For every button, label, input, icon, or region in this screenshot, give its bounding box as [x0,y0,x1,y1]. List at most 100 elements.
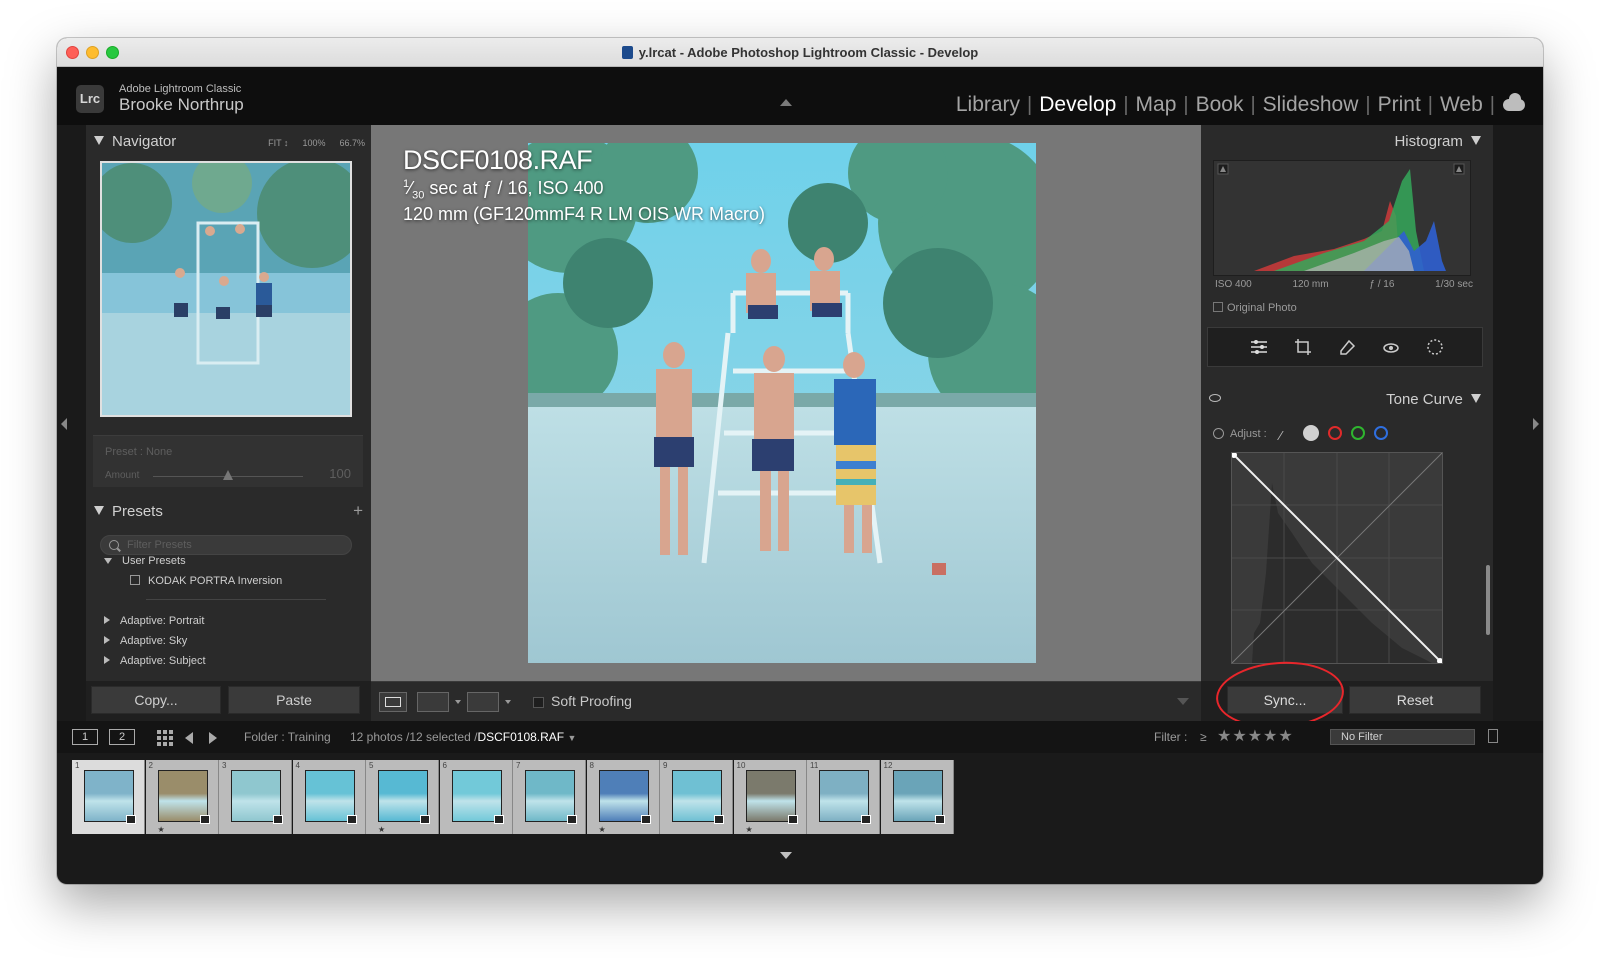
left-panel: Navigator FIT ↕ 100% 66.7% Preset: None… [86,125,371,721]
filmstrip-thumbnail[interactable]: 1 [72,760,145,834]
module-divider: | [1489,93,1495,116]
healing-icon[interactable] [1338,338,1356,356]
filter-presets-placeholder: Filter Presets [127,539,192,551]
preset-group-sky[interactable]: Adaptive: Sky [104,635,187,647]
zoom-fit[interactable]: FIT ↕ [268,138,288,148]
histogram-chart[interactable] [1213,160,1471,276]
paste-button[interactable]: Paste [228,686,360,714]
crop-icon[interactable] [1294,338,1312,356]
module-web[interactable]: Web [1433,93,1490,117]
green-channel-icon[interactable] [1350,426,1365,440]
reset-button[interactable]: Reset [1349,686,1481,714]
bottom-panel-toggle-icon[interactable] [780,852,792,859]
module-develop[interactable]: Develop [1032,93,1123,117]
presets-header[interactable]: Presets + [86,501,371,533]
filmstrip-thumbnail[interactable]: 10 ★ [733,760,807,834]
add-preset-icon[interactable]: + [353,501,363,521]
copy-button[interactable]: Copy... [91,686,221,714]
zoom-66[interactable]: 66.7% [339,138,365,148]
develop-settings-badge-icon [934,815,945,824]
toolbar-menu-icon[interactable] [1177,698,1189,705]
develop-settings-badge-icon [861,815,871,824]
filter-preset-value: No Filter [1341,731,1383,743]
primary-display-button[interactable]: 1 [72,729,98,745]
module-book[interactable]: Book [1189,93,1251,117]
blue-channel-icon[interactable] [1374,426,1388,440]
tone-curve-graph[interactable] [1231,452,1443,664]
filmstrip-thumbnail[interactable]: 8 ★ [586,760,660,834]
filmstrip-thumbnail[interactable]: 7 [513,760,586,834]
left-panel-toggle-icon[interactable] [61,418,67,430]
preset-group-subject[interactable]: Adaptive: Subject [104,655,206,667]
secondary-display-button[interactable]: 2 [109,729,135,745]
preset-group-user[interactable]: User Presets [104,555,186,567]
zoom-100[interactable]: 100% [302,138,325,148]
filmstrip-thumbnail[interactable]: 12 [880,760,954,834]
histogram-title: Histogram [1394,133,1463,150]
collapsed-triangle-icon [104,616,110,624]
filmstrip-thumbnail[interactable]: 5 ★ [366,760,439,834]
top-panel-toggle-icon[interactable] [780,99,792,106]
edit-sliders-icon[interactable] [1250,338,1268,356]
collapse-triangle-icon[interactable] [1471,394,1481,403]
filmstrip-thumbnail[interactable]: 11 [807,760,880,834]
soft-proofing-label: Soft Proofing [551,693,632,709]
collapse-triangle-icon[interactable] [94,506,104,515]
thumbnail-index: 12 [883,761,893,770]
filmstrip-thumbnail[interactable]: 4 [292,760,366,834]
navigator-header[interactable]: Navigator FIT ↕ 100% 66.7% [86,133,371,163]
amount-slider-knob[interactable] [223,470,233,480]
right-panel-toggle-icon[interactable] [1533,418,1539,430]
preset-icon [130,575,140,585]
filter-preset-select[interactable]: No Filter [1330,729,1475,745]
soft-proofing-checkbox[interactable] [533,697,544,708]
parametric-curve-icon[interactable]: ∕ [1280,428,1294,443]
folder-source[interactable]: Folder : Training [244,730,331,744]
collapse-triangle-icon[interactable] [94,136,104,145]
presets-title: Presets [112,503,163,520]
histogram-header[interactable]: Histogram [1394,133,1481,150]
filmstrip-thumbnail[interactable]: 2 ★ [145,760,219,834]
original-photo-checkbox[interactable]: Original Photo [1213,302,1297,314]
previous-arrow-icon[interactable] [185,732,193,744]
title-bar: y.lrcat - Adobe Photoshop Lightroom Clas… [57,38,1543,67]
next-arrow-icon[interactable] [209,732,217,744]
filter-operator[interactable]: ≥ [1200,730,1207,744]
preset-item[interactable]: KODAK PORTRA Inversion [130,575,282,587]
filmstrip-thumbnail[interactable]: 6 [439,760,513,834]
filmstrip-thumbnail[interactable]: 9 [660,760,733,834]
collapsed-triangle-icon [104,636,110,644]
grid-view-icon[interactable] [157,730,173,746]
module-map[interactable]: Map [1129,93,1184,117]
before-after-caret-icon[interactable] [455,700,461,704]
before-after-button[interactable] [417,692,449,712]
cloud-sync-icon[interactable] [1503,93,1525,111]
module-library[interactable]: Library [949,93,1027,117]
eye-icon[interactable] [1209,394,1221,402]
redeye-icon[interactable] [1382,338,1400,356]
split-caret-icon[interactable] [505,700,511,704]
preset-group-portrait[interactable]: Adaptive: Portrait [104,615,204,627]
histogram-graph [1217,163,1465,271]
selection-info[interactable]: 12 photos /12 selected /DSCF0108.RAF ▼ [350,730,576,744]
identity-plate-bar: Lrc Adobe Lightroom Classic Brooke North… [57,67,1543,125]
module-slideshow[interactable]: Slideshow [1256,93,1366,117]
develop-settings-badge-icon [420,815,430,824]
red-channel-icon[interactable] [1327,426,1342,440]
navigator-preview[interactable] [100,161,352,417]
module-print[interactable]: Print [1371,93,1428,117]
loupe-view-button[interactable] [379,692,407,712]
left-button-bar: Copy... Paste [86,681,371,721]
target-adjust-icon[interactable] [1213,428,1224,439]
collapse-triangle-icon[interactable] [1471,136,1481,145]
point-curve-icon[interactable] [1302,425,1319,441]
filter-lock-icon[interactable] [1488,729,1498,743]
filter-presets-input[interactable]: Filter Presets [100,535,352,555]
rating-filter-stars[interactable]: ★★★★★ [1217,726,1294,746]
before-after-split-button[interactable] [467,692,499,712]
tone-curve-header[interactable]: Tone Curve [1201,389,1493,417]
right-panel-scrollbar[interactable] [1486,565,1490,635]
filmstrip-thumbnail[interactable]: 3 [219,760,292,834]
preset-item-label: KODAK PORTRA Inversion [148,575,283,587]
masking-icon[interactable] [1426,338,1444,356]
